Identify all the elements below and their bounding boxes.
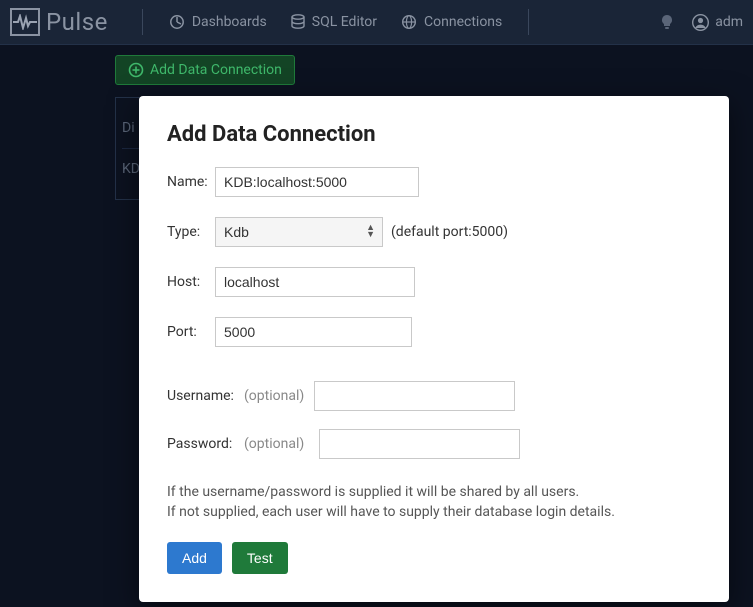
nav-user[interactable]: adm xyxy=(692,14,743,31)
password-label: Password: xyxy=(167,436,241,452)
field-username-row: Username: (optional) xyxy=(167,381,701,411)
host-input[interactable] xyxy=(215,267,415,297)
type-select[interactable]: Kdb xyxy=(215,217,383,247)
name-input[interactable] xyxy=(215,167,419,197)
username-label: Username: xyxy=(167,388,241,404)
host-label: Host: xyxy=(167,274,215,290)
nav-connections[interactable]: Connections xyxy=(389,14,514,30)
nav-sql-editor-label: SQL Editor xyxy=(312,14,377,30)
port-label: Port: xyxy=(167,324,215,340)
brand-logo[interactable]: Pulse xyxy=(10,8,128,36)
pulse-logo-icon xyxy=(10,8,40,36)
add-connection-button-label: Add Data Connection xyxy=(150,62,282,78)
password-optional: (optional) xyxy=(244,436,304,452)
type-hint: (default port:5000) xyxy=(391,224,508,240)
test-button[interactable]: Test xyxy=(232,542,288,574)
nav-divider xyxy=(528,9,529,35)
credentials-help: If the username/password is supplied it … xyxy=(167,483,701,522)
database-icon xyxy=(291,14,305,30)
nav-dashboards[interactable]: Dashboards xyxy=(157,14,279,30)
dialog-buttons: Add Test xyxy=(167,542,701,574)
add-button[interactable]: Add xyxy=(167,542,222,574)
plus-circle-icon xyxy=(128,62,144,78)
nav-user-label: adm xyxy=(715,14,743,30)
field-host-row: Host: xyxy=(167,267,701,297)
nav-divider xyxy=(142,9,143,35)
nav-sql-editor[interactable]: SQL Editor xyxy=(279,14,389,30)
password-input[interactable] xyxy=(319,429,520,459)
help-line-2: If not supplied, each user will have to … xyxy=(167,503,701,523)
user-icon xyxy=(692,14,709,31)
lightbulb-icon[interactable] xyxy=(660,14,674,30)
globe-icon xyxy=(401,14,417,30)
nav-connections-label: Connections xyxy=(424,14,502,30)
type-select-wrap: Kdb ▲▼ xyxy=(215,217,383,247)
nav-dashboards-label: Dashboards xyxy=(192,14,267,30)
help-line-1: If the username/password is supplied it … xyxy=(167,483,701,503)
top-navbar: Pulse Dashboards SQL Editor Connections … xyxy=(0,0,753,45)
username-input[interactable] xyxy=(314,381,515,411)
field-type-row: Type: Kdb ▲▼ (default port:5000) xyxy=(167,217,701,247)
username-optional: (optional) xyxy=(244,388,304,404)
add-connection-dialog: Add Data Connection Name: Type: Kdb ▲▼ (… xyxy=(139,96,729,602)
field-port-row: Port: xyxy=(167,317,701,347)
dashboard-icon xyxy=(169,14,185,30)
port-input[interactable] xyxy=(215,317,412,347)
brand-name: Pulse xyxy=(46,8,108,36)
field-name-row: Name: xyxy=(167,167,701,197)
name-label: Name: xyxy=(167,174,215,190)
type-label: Type: xyxy=(167,224,215,240)
dialog-title: Add Data Connection xyxy=(167,122,701,147)
field-password-row: Password: (optional) xyxy=(167,429,701,459)
add-connection-button[interactable]: Add Data Connection xyxy=(115,55,295,85)
